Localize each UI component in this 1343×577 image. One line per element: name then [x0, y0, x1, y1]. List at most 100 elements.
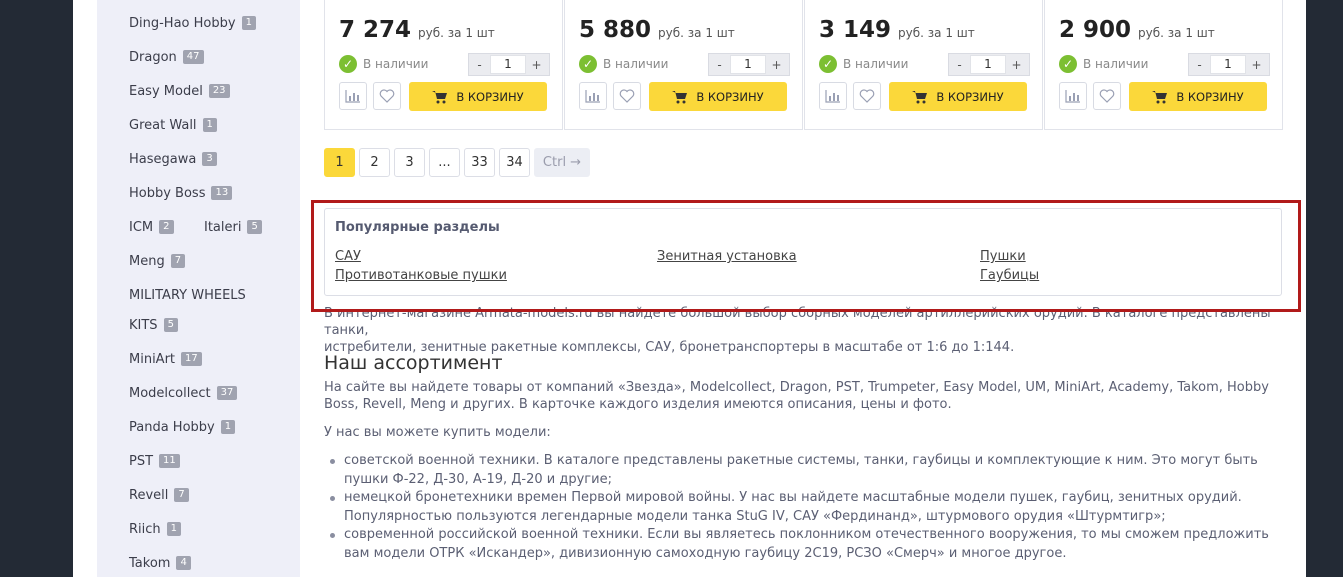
brand-count-badge: 2	[159, 220, 174, 234]
bar-chart-icon	[345, 90, 360, 103]
brand-count-badge: 1	[241, 16, 256, 30]
quantity-input[interactable]: 1	[730, 55, 766, 74]
sidebar-brand-meng[interactable]: Meng 7	[129, 250, 186, 272]
quantity-input[interactable]: 1	[970, 55, 1006, 74]
brand-label: Easy Model	[129, 83, 203, 99]
brand-count-badge: 1	[166, 522, 182, 536]
price: 7 274 руб. за 1 шт	[339, 17, 495, 43]
sidebar-brand-hobby-boss[interactable]: Hobby Boss 13	[129, 182, 233, 204]
decrement-button[interactable]: -	[1189, 58, 1210, 72]
brand-label: Revell	[129, 487, 169, 503]
brand-label: Hasegawa	[129, 151, 197, 167]
add-to-cart-button[interactable]: В КОРЗИНУ	[889, 82, 1027, 111]
product-card: 2 900 руб. за 1 шт ✓ В наличии -1 + В КОРЗИ…	[1044, 0, 1283, 130]
next-page-button[interactable]: Ctrl →	[534, 148, 590, 177]
product-card: 3 149 руб. за 1 шт ✓ В наличии -1 + В КОРЗИ…	[804, 0, 1043, 130]
sidebar-brand-easy-model[interactable]: Easy Model 23	[129, 80, 230, 102]
increment-button[interactable]: +	[1246, 58, 1267, 72]
decrement-button[interactable]: -	[469, 58, 490, 72]
brand-count-badge: 37	[216, 386, 238, 400]
sidebar-brand-icm[interactable]: ICM 2	[129, 216, 174, 238]
favorite-button[interactable]	[613, 82, 641, 110]
sidebar-brand-pst[interactable]: PST 11	[129, 450, 180, 472]
price-value: 7 274	[339, 17, 412, 43]
brand-label: Meng	[129, 253, 165, 269]
increment-button[interactable]: +	[1006, 58, 1027, 72]
list-item: немецкой бронетехники времен Первой миро…	[324, 489, 1289, 526]
sidebar-brand-hasegawa[interactable]: Hasegawa 3	[129, 148, 217, 170]
check-icon: ✓	[1059, 55, 1077, 73]
sidebar-brand-revell[interactable]: Revell 7	[129, 484, 189, 506]
product-card: 5 880 руб. за 1 шт ✓ В наличии -1 + В КОРЗИ…	[564, 0, 803, 130]
sidebar-brand-great-wall[interactable]: Great Wall 1	[129, 114, 217, 136]
add-to-cart-button[interactable]: В КОРЗИНУ	[409, 82, 547, 111]
brand-label: Modelcollect	[129, 385, 211, 401]
favorite-button[interactable]	[1093, 82, 1121, 110]
add-to-cart-button[interactable]: В КОРЗИНУ	[1129, 82, 1267, 111]
brand-count-badge: 17	[181, 352, 202, 366]
brand-label: Dragon	[129, 49, 177, 65]
heart-icon	[1099, 89, 1115, 103]
compare-button[interactable]	[819, 82, 847, 110]
sidebar-brand-ding-hao-hobby[interactable]: Ding-Hao Hobby 1	[129, 12, 256, 34]
quantity-stepper: -1 +	[948, 53, 1030, 76]
brand-count-badge: 47	[182, 50, 204, 64]
stock-label: В наличии	[843, 57, 909, 71]
page-1-button[interactable]: 1	[324, 148, 355, 177]
brand-label: PST	[129, 453, 154, 469]
bar-chart-icon	[1065, 90, 1080, 103]
stock-label: В наличии	[603, 57, 669, 71]
brand-count-badge: 23	[208, 84, 230, 98]
add-to-cart-button[interactable]: В КОРЗИНУ	[649, 82, 787, 111]
sidebar-brand-italeri[interactable]: Italeri 5	[204, 216, 262, 238]
sidebar-brand-riich[interactable]: Riich 1	[129, 518, 182, 540]
page-3-button[interactable]: 3	[394, 148, 425, 177]
price-value: 3 149	[819, 17, 892, 43]
favorite-button[interactable]	[373, 82, 401, 110]
add-to-cart-label: В КОРЗИНУ	[1176, 89, 1244, 104]
list-item: современной российской военной техники. …	[324, 526, 1289, 563]
brand-label: Ding-Hao Hobby	[129, 15, 236, 31]
brand-label: Takom	[129, 555, 171, 571]
quantity-input[interactable]: 1	[490, 55, 526, 74]
heart-icon	[619, 89, 635, 103]
stock-status: ✓ В наличии	[819, 55, 908, 73]
sidebar-brand-panda-hobby[interactable]: Panda Hobby 1	[129, 416, 236, 438]
quantity-input[interactable]: 1	[1210, 55, 1246, 74]
price: 5 880 руб. за 1 шт	[579, 17, 735, 43]
cart-icon	[672, 90, 688, 103]
increment-button[interactable]: +	[766, 58, 787, 72]
brand-count-badge: 3	[202, 152, 217, 166]
page-33-button[interactable]: 33	[464, 148, 495, 177]
favorite-button[interactable]	[853, 82, 881, 110]
increment-button[interactable]: +	[526, 58, 547, 72]
brand-count-badge: 13	[211, 186, 233, 200]
sidebar-brand-military-wheels[interactable]: MILITARY WHEELS	[129, 284, 246, 306]
stock-label: В наличии	[1083, 57, 1149, 71]
list-item: советской военной техники. В каталоге пр…	[324, 452, 1289, 489]
page-ellipsis[interactable]: ...	[429, 148, 460, 177]
check-icon: ✓	[339, 55, 357, 73]
brand-count-badge: 11	[159, 454, 180, 468]
cart-icon	[912, 90, 928, 103]
intro-text: В интернет-магазине Armata-models.ru вы …	[324, 305, 1284, 356]
brand-count-badge: 1	[220, 420, 236, 434]
sidebar-brand-modelcollect[interactable]: Modelcollect 37	[129, 382, 238, 404]
decrement-button[interactable]: -	[709, 58, 730, 72]
sidebar-brand-dragon[interactable]: Dragon 47	[129, 46, 204, 68]
sidebar-brand-takom[interactable]: Takom 4	[129, 552, 191, 574]
page-2-button[interactable]: 2	[359, 148, 390, 177]
page-34-button[interactable]: 34	[499, 148, 530, 177]
price-unit: руб. за 1 шт	[898, 26, 975, 40]
add-to-cart-label: В КОРЗИНУ	[696, 89, 764, 104]
product-card: 7 274 руб. за 1 шт ✓ В наличии -1 + В КОРЗИ…	[324, 0, 563, 130]
sidebar-brand-miniart[interactable]: MiniArt 17	[129, 348, 202, 370]
price-unit: руб. за 1 шт	[418, 26, 495, 40]
compare-button[interactable]	[579, 82, 607, 110]
stock-status: ✓ В наличии	[339, 55, 428, 73]
decrement-button[interactable]: -	[949, 58, 970, 72]
sidebar-brand-kits[interactable]: KITS 5	[129, 314, 178, 336]
compare-button[interactable]	[1059, 82, 1087, 110]
compare-button[interactable]	[339, 82, 367, 110]
add-to-cart-label: В КОРЗИНУ	[456, 89, 524, 104]
